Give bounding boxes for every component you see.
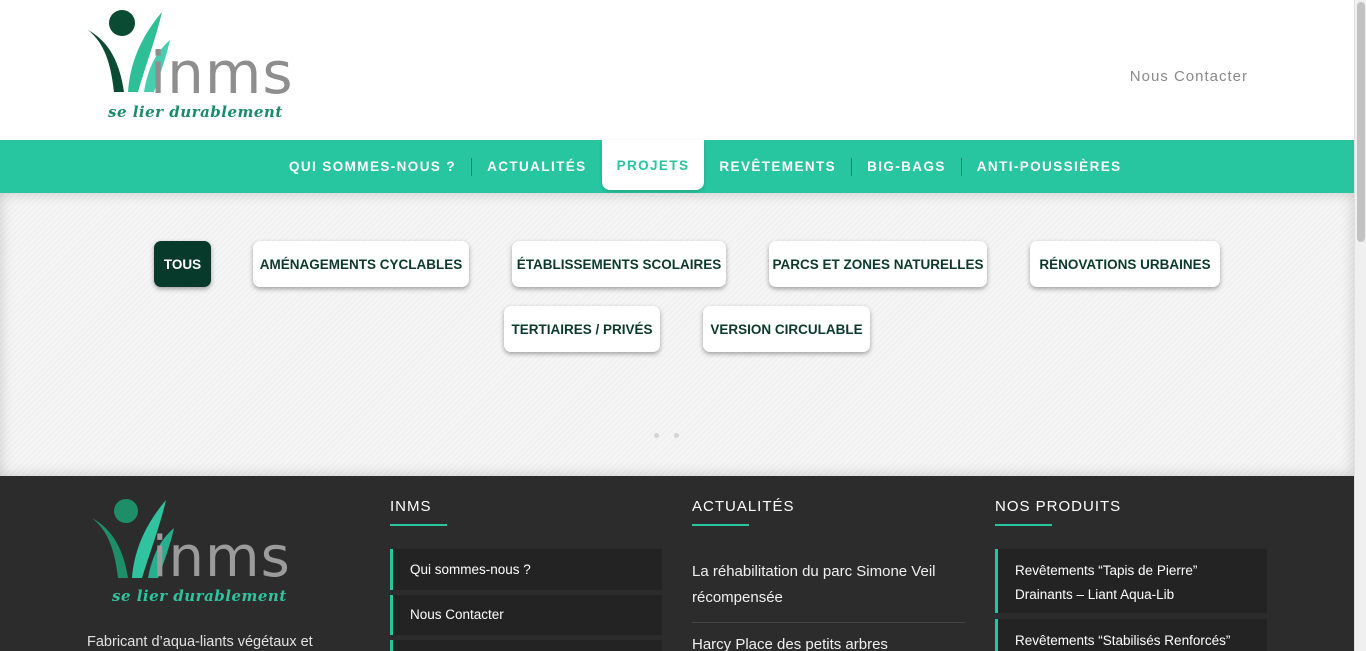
footer-heading-underline [995,524,1052,526]
footer-link-partial[interactable] [390,640,662,651]
filter-renovations-urbaines[interactable]: RÉNOVATIONS URBAINES [1030,241,1220,287]
footer-product-item[interactable]: Revêtements “Tapis de Pierre” Drainants … [995,549,1267,613]
site-header: inms se lier durablement Nous Contacter [0,0,1354,140]
nav-item-anti-poussieres[interactable]: ANTI-POUSSIÈRES [962,140,1137,193]
logo-wordmark: inms [152,525,291,590]
carousel-dot[interactable] [674,433,679,438]
nav-item-projets[interactable]: PROJETS [601,140,705,190]
carousel-dot[interactable] [654,433,659,438]
footer-heading-inms: INMS [390,498,432,515]
main-nav-list: QUI SOMMES-NOUS ? ACTUALITÉS PROJETS REV… [274,140,1137,193]
footer-description: Fabricant d’aqua-liants végétaux et [87,634,313,650]
footer-news-divider [692,622,965,623]
main-nav: QUI SOMMES-NOUS ? ACTUALITÉS PROJETS REV… [0,140,1354,193]
footer-logo[interactable]: inms se lier durablement [90,496,300,608]
nav-item-actualites[interactable]: ACTUALITÉS [472,140,602,193]
logo-tagline: se lier durablement [112,587,287,605]
filter-tous[interactable]: TOUS [154,241,211,287]
footer-product-item[interactable]: Revêtements “Stabilisés Renforcés” [995,619,1267,651]
nav-link-label[interactable]: REVÊTEMENTS [704,160,851,174]
footer-heading-underline [692,524,749,526]
footer-link-nous-contacter[interactable]: Nous Contacter [390,595,662,635]
footer-link-qui-sommes-nous[interactable]: Qui sommes-nous ? [390,549,662,590]
footer-heading-produits: NOS PRODUITS [995,498,1122,515]
footer-heading-actualites: ACTUALITÉS [692,498,795,515]
nav-item-revetements[interactable]: REVÊTEMENTS [704,140,851,193]
logo-wordmark: inms [150,39,294,107]
page-scrollbar[interactable] [1354,0,1366,651]
scrollbar-thumb[interactable] [1357,2,1365,242]
nav-item-qui-sommes-nous[interactable]: QUI SOMMES-NOUS ? [274,140,471,193]
filter-amenagements-cyclables[interactable]: AMÉNAGEMENTS CYCLABLES [253,241,469,287]
nav-link-label[interactable]: QUI SOMMES-NOUS ? [274,160,471,174]
site-footer: inms se lier durablement Fabricant d’aqu… [0,476,1354,651]
header-contact-link[interactable]: Nous Contacter [1130,68,1248,85]
footer-news-item[interactable]: Harcy Place des petits arbres [692,632,952,651]
filter-version-circulable[interactable]: VERSION CIRCULABLE [703,306,870,352]
filter-etablissements-scolaires[interactable]: ÉTABLISSEMENTS SCOLAIRES [512,241,726,287]
brand-logo[interactable]: inms se lier durablement [86,8,296,126]
logo-tagline: se lier durablement [108,103,283,121]
nav-link-label[interactable]: PROJETS [602,157,705,173]
filter-tertiaires-prives[interactable]: TERTIAIRES / PRIVÉS [504,306,660,352]
nav-item-big-bags[interactable]: BIG-BAGS [852,140,961,193]
footer-news-item[interactable]: La réhabilitation du parc Simone Veil ré… [692,559,952,611]
project-filter-panel: TOUS AMÉNAGEMENTS CYCLABLES ÉTABLISSEMEN… [0,193,1354,476]
nav-link-label[interactable]: ANTI-POUSSIÈRES [962,160,1137,174]
filter-parcs-zones-naturelles[interactable]: PARCS ET ZONES NATURELLES [769,241,987,287]
footer-heading-underline [390,524,447,526]
nav-link-label[interactable]: ACTUALITÉS [472,160,602,174]
nav-link-label[interactable]: BIG-BAGS [852,160,961,174]
